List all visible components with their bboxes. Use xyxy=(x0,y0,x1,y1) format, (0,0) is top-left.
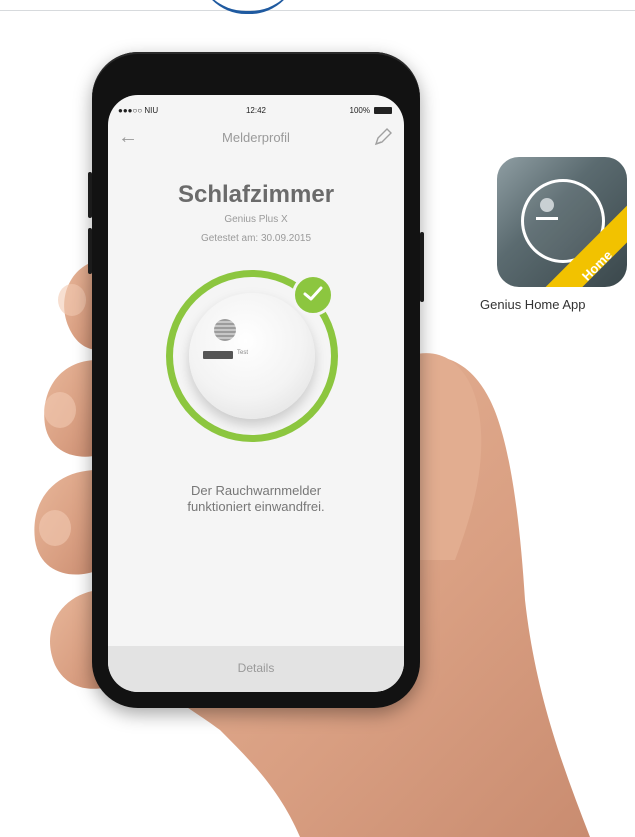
details-button[interactable]: Details xyxy=(108,646,404,692)
detector-sensor xyxy=(214,319,236,341)
battery-icon xyxy=(374,107,392,114)
device-name: Genius Plus X xyxy=(224,214,288,225)
power-button xyxy=(420,232,424,302)
volume-button xyxy=(88,172,92,218)
detector-test-label: Test xyxy=(237,350,249,356)
switch-line xyxy=(536,217,558,220)
checkmark-icon xyxy=(292,274,334,316)
app-icon[interactable]: Home xyxy=(497,157,627,287)
smoke-detector-image: Test xyxy=(189,293,315,419)
status-bar: ●●●○○ NIU 12:42 100% xyxy=(108,105,404,119)
details-label: Details xyxy=(237,661,275,675)
status-message: Der Rauchwarnmelder funktioniert einwand… xyxy=(108,483,404,515)
status-ring: Test xyxy=(166,270,338,442)
status-message-line-1: Der Rauchwarnmelder xyxy=(190,483,322,498)
nav-bar: ← Melderprofil xyxy=(108,123,404,153)
pencil-icon[interactable] xyxy=(372,126,394,148)
app-caption: Genius Home App xyxy=(480,297,586,312)
volume-button xyxy=(88,228,92,274)
status-message-line-2: funktioniert einwandfrei. xyxy=(187,499,325,514)
tested-date: Getestet am: 30.09.2015 xyxy=(200,233,312,244)
detector-switch xyxy=(203,351,233,359)
sensor-dot xyxy=(540,198,554,212)
battery-percent: 100% xyxy=(349,106,370,115)
room-title: Schlafzimmer xyxy=(177,181,335,208)
phone-screen: ●●●○○ NIU 12:42 100% ← Melderprofil Schl… xyxy=(108,95,404,692)
nav-title: Melderprofil xyxy=(222,130,290,145)
